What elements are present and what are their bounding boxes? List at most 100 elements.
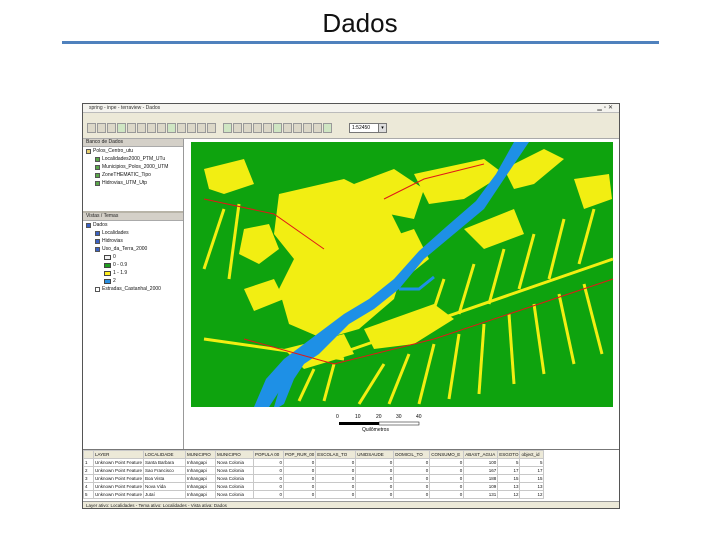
database-layer-item[interactable]: Hidrovias_UTM_Utp bbox=[83, 179, 183, 187]
theme-label: Hidrovias bbox=[102, 238, 123, 244]
table-cell: 17 bbox=[497, 466, 521, 475]
land-use-map[interactable] bbox=[184, 139, 619, 449]
print-icon[interactable] bbox=[147, 123, 156, 133]
table-cell: Nova Colonia bbox=[215, 474, 255, 483]
table-icon[interactable] bbox=[137, 123, 146, 133]
column-header[interactable]: DOMICIL_TO bbox=[393, 450, 431, 459]
edit-icon[interactable] bbox=[293, 123, 302, 133]
column-header[interactable]: MUNICIPIO bbox=[215, 450, 255, 459]
status-bar: Layer ativo: Localidades - Tema ativo: L… bbox=[83, 501, 619, 508]
table-cell: 0 bbox=[429, 458, 465, 467]
window-controls[interactable]: ▁▫✕ bbox=[597, 104, 615, 112]
theme-item[interactable]: Hidrovias bbox=[83, 237, 183, 245]
checkbox-icon[interactable] bbox=[95, 286, 100, 292]
attribute-table[interactable]: LAYER LOCALIDADE MUNICIPIO MUNICIPIO POPULA … bbox=[83, 449, 619, 502]
table-cell: 0 bbox=[355, 482, 395, 491]
open-icon[interactable] bbox=[97, 123, 106, 133]
table-cell: Unknown Point Feature bbox=[92, 482, 145, 491]
database-layer-item[interactable]: Localidades2000_PTM_UTu bbox=[83, 155, 183, 163]
refresh-icon[interactable] bbox=[197, 123, 206, 133]
table-cell: 1 bbox=[83, 458, 94, 467]
column-header[interactable]: LAYER bbox=[92, 450, 145, 459]
table-row[interactable]: 2 Unknown Point Feature Sao Francisco Inhan… bbox=[83, 466, 545, 475]
database-layer-item[interactable]: Municipios_Polos_2000_UTM bbox=[83, 163, 183, 171]
checkbox-icon[interactable] bbox=[95, 246, 100, 252]
table-cell: 2 bbox=[83, 466, 94, 475]
new-icon[interactable] bbox=[87, 123, 96, 133]
table-cell: 0 bbox=[355, 490, 395, 499]
column-header[interactable]: MUNICIPIO bbox=[185, 450, 217, 459]
text-icon[interactable] bbox=[207, 123, 216, 133]
layer-icon[interactable] bbox=[117, 123, 126, 133]
zoom-out-icon[interactable] bbox=[243, 123, 252, 133]
measure-icon[interactable] bbox=[283, 123, 292, 133]
legend-entry: 0 bbox=[83, 253, 183, 261]
legend-swatch bbox=[104, 254, 111, 260]
color-icon[interactable] bbox=[323, 123, 332, 133]
table-cell: Nova Colonia bbox=[215, 490, 255, 499]
column-header[interactable]: ESGOTO bbox=[497, 450, 521, 459]
column-header[interactable]: ABAST_AGUA bbox=[463, 450, 499, 459]
table-cell: 100 bbox=[463, 458, 499, 467]
add-theme-icon[interactable] bbox=[157, 123, 166, 133]
draw-icon[interactable] bbox=[303, 123, 312, 133]
select-icon[interactable] bbox=[273, 123, 282, 133]
theme-label: Uso_da_Terra_2000 bbox=[102, 246, 148, 252]
table-row[interactable]: 5 Unknown Point Feature Jutaí Inhangapi Nova… bbox=[83, 490, 545, 499]
area-icon[interactable] bbox=[313, 123, 322, 133]
legend-swatch bbox=[104, 270, 111, 276]
slide-title: Dados bbox=[322, 8, 398, 38]
database-layer-item[interactable]: Polos_Centro_utu bbox=[83, 147, 183, 155]
table-cell: 0 bbox=[253, 490, 285, 499]
pan-icon[interactable] bbox=[253, 123, 262, 133]
table-cell: 4 bbox=[83, 482, 94, 491]
table-cell: 15 bbox=[497, 474, 521, 483]
column-header[interactable]: ESCOLAS_TO bbox=[315, 450, 357, 459]
theme-label: Dados bbox=[93, 222, 108, 228]
table-cell: 0 bbox=[315, 466, 357, 475]
table-cell: 0 bbox=[393, 458, 431, 467]
table-cell: 0 bbox=[393, 482, 431, 491]
theme-item[interactable]: Estradas_Castanhal_2000 bbox=[83, 285, 183, 293]
table-row[interactable]: 1 Unknown Point Feature Santa Barbara Inhan… bbox=[83, 458, 545, 467]
graph-icon[interactable] bbox=[187, 123, 196, 133]
save-icon[interactable] bbox=[107, 123, 116, 133]
column-header[interactable] bbox=[83, 450, 94, 459]
table-cell: 0 bbox=[315, 490, 357, 499]
checkbox-icon[interactable] bbox=[95, 230, 100, 236]
table-cell: Unknown Point Feature bbox=[92, 458, 145, 467]
table-row[interactable]: 3 Unknown Point Feature Boa Vista Inhangapi… bbox=[83, 474, 545, 483]
chevron-down-icon[interactable]: ▾ bbox=[378, 124, 386, 132]
legend-icon[interactable] bbox=[177, 123, 186, 133]
column-header[interactable]: UNIDSAUDE bbox=[355, 450, 395, 459]
database-layer-item[interactable]: ZoneTHEMATIC_Tipo bbox=[83, 171, 183, 179]
table-cell: 0 bbox=[253, 474, 285, 483]
scale-select[interactable]: 1:52450 ▾ bbox=[349, 123, 387, 133]
pointer-icon[interactable] bbox=[223, 123, 232, 133]
table-cell: 0 bbox=[283, 466, 317, 475]
query-icon[interactable] bbox=[167, 123, 176, 133]
zoom-in-icon[interactable] bbox=[233, 123, 242, 133]
map-canvas[interactable]: 0 10 20 30 40 Quilômetros bbox=[184, 139, 619, 449]
info-icon[interactable] bbox=[263, 123, 272, 133]
checkbox-icon[interactable] bbox=[95, 238, 100, 244]
table-cell: Nova Colonia bbox=[215, 482, 255, 491]
theme-item[interactable]: Dados bbox=[83, 221, 183, 229]
database-layer-label: Polos_Centro_utu bbox=[93, 148, 134, 154]
theme-item[interactable]: Uso_da_Terra_2000 bbox=[83, 245, 183, 253]
theme-item[interactable]: Localidades bbox=[83, 229, 183, 237]
table-row[interactable]: 4 Unknown Point Feature Nova Vida Inhangapi… bbox=[83, 482, 545, 491]
column-header[interactable]: CONSUMO_E bbox=[429, 450, 465, 459]
table-cell: 0 bbox=[283, 458, 317, 467]
table-cell: Unknown Point Feature bbox=[92, 474, 145, 483]
column-header[interactable]: POPULA 00 bbox=[253, 450, 285, 459]
scale-bar bbox=[339, 421, 420, 426]
column-header[interactable]: POP_RUR_00 bbox=[283, 450, 317, 459]
column-header[interactable]: LOCALIDADE bbox=[143, 450, 187, 459]
view-icon[interactable] bbox=[127, 123, 136, 133]
layer-icon bbox=[95, 172, 100, 178]
table-cell: 0 bbox=[253, 458, 285, 467]
checkbox-icon[interactable] bbox=[86, 222, 91, 228]
table-cell: 188 bbox=[463, 474, 499, 483]
column-header[interactable]: object_id bbox=[519, 450, 545, 459]
